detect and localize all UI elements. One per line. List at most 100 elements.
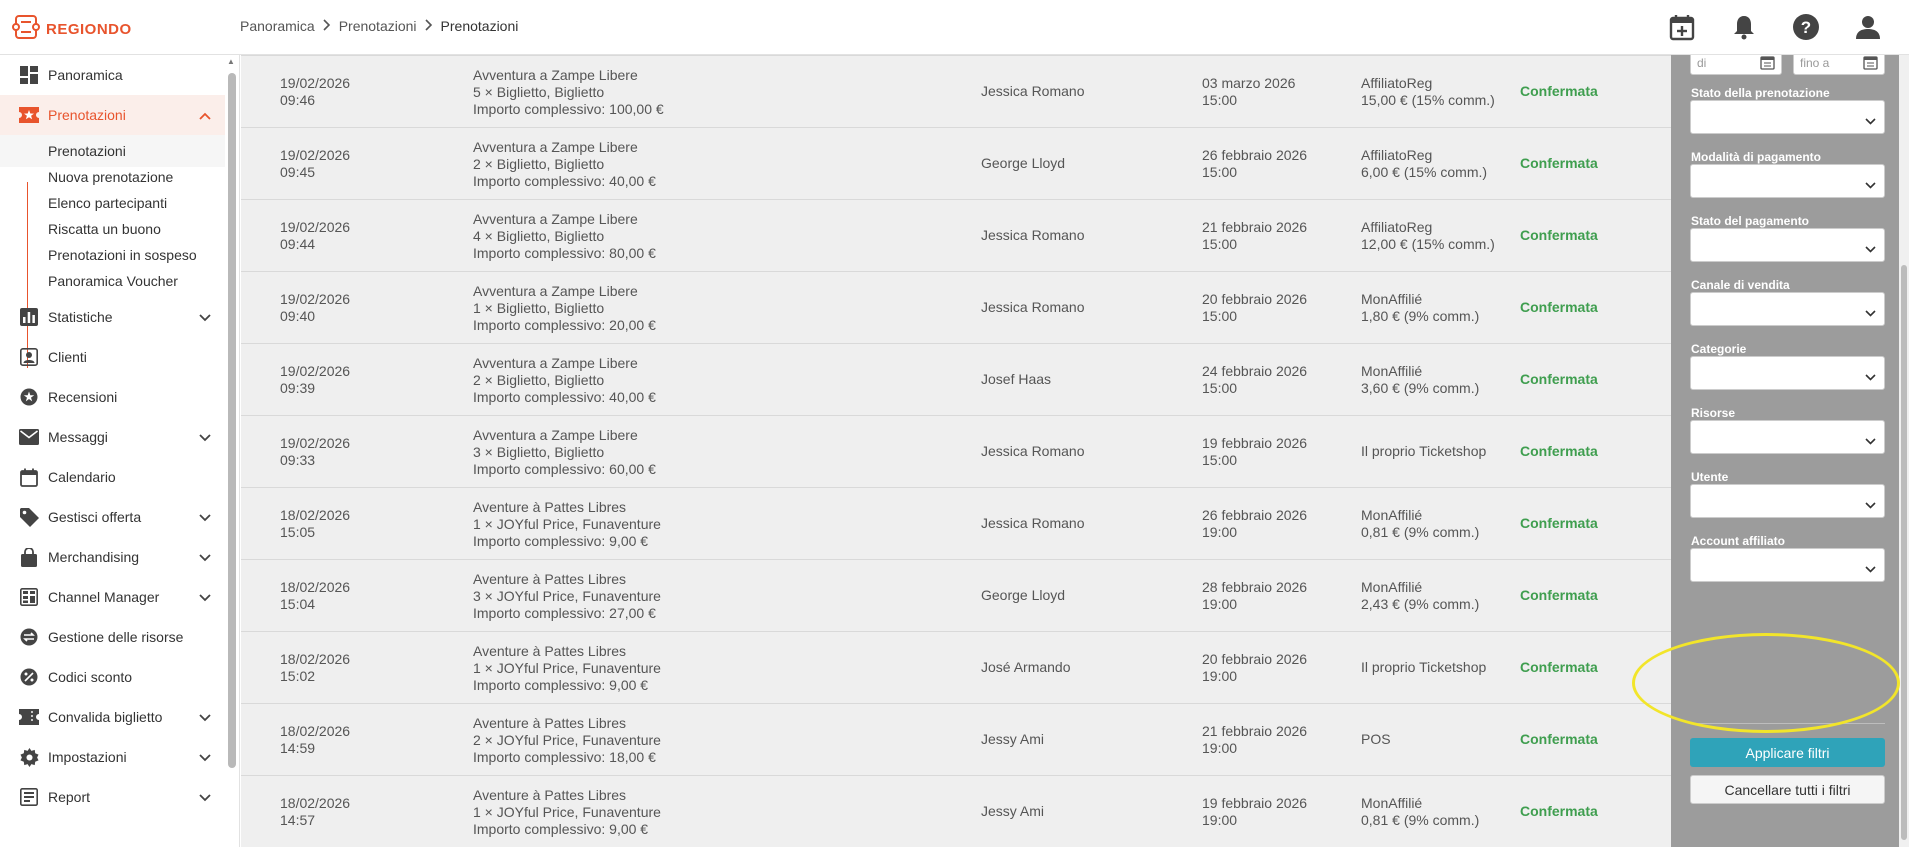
chevron-down-icon <box>1865 496 1876 514</box>
sidebar-item-codici-sconto[interactable]: Codici sconto <box>0 657 225 697</box>
sidebar-item-clienti[interactable]: Clienti <box>0 337 225 377</box>
calendar-add-icon[interactable] <box>1665 10 1699 44</box>
booking-customer[interactable]: Jessica Romano <box>981 227 1085 244</box>
filter-divider <box>1690 723 1885 724</box>
sidebar-item-prenotazioni[interactable]: Prenotazioni <box>0 95 225 135</box>
product-tickets: 5 × Biglietto, Biglietto <box>473 84 605 100</box>
status-badge: Confermata <box>1520 731 1598 747</box>
sidebar-item-impostazioni[interactable]: Impostazioni <box>0 737 225 777</box>
booking-product: Avventura a Zampe Libere 1 × Biglietto, B… <box>473 283 656 334</box>
sidebar-item-label: Codici sconto <box>48 669 133 685</box>
filter-select-account-affiliato[interactable] <box>1690 548 1885 582</box>
table-row[interactable]: 19/02/2026 09:40 Avventura a Zampe Libere 1… <box>241 272 1671 344</box>
apply-filters-button[interactable]: Applicare filtri <box>1690 738 1885 767</box>
sidebar-item-gestisci-offerta[interactable]: Gestisci offerta <box>0 497 225 537</box>
bell-icon[interactable] <box>1727 10 1761 44</box>
channel-commission: 1,80 € (9% comm.) <box>1361 308 1480 324</box>
sidebar-item-merchandising[interactable]: Merchandising <box>0 537 225 577</box>
booking-channel: POS <box>1361 731 1391 748</box>
filter-select-stato-del-pagamento[interactable] <box>1690 228 1885 262</box>
booking-customer[interactable]: George Lloyd <box>981 587 1065 604</box>
filter-select-utente[interactable] <box>1690 484 1885 518</box>
filter-label-risorse: Risorse <box>1691 406 1736 420</box>
event-time: 19:00 <box>1202 668 1238 684</box>
sidebar-item-label: Merchandising <box>48 549 140 565</box>
table-row[interactable]: 19/02/2026 09:46 Avventura a Zampe Libere 5… <box>241 56 1671 128</box>
channel-commission: 0,81 € (9% comm.) <box>1361 524 1480 540</box>
booking-customer[interactable]: Jessy Ami <box>981 803 1044 820</box>
booking-product: Aventure à Pattes Libres 2 × JOYful Price… <box>473 715 661 766</box>
sidebar-item-calendario[interactable]: Calendario <box>0 457 225 497</box>
help-icon[interactable]: ? <box>1789 10 1823 44</box>
booking-customer[interactable]: Josef Haas <box>981 371 1051 388</box>
booking-event-datetime: 26 febbraio 2026 15:00 <box>1202 147 1307 181</box>
booking-event-datetime: 21 febbraio 2026 15:00 <box>1202 219 1307 253</box>
table-row[interactable]: 18/02/2026 14:57 Aventure à Pattes Libres 1… <box>241 776 1671 847</box>
event-time: 15:00 <box>1202 308 1238 324</box>
report-icon <box>18 786 40 808</box>
booking-date: 19/02/2026 <box>280 291 351 307</box>
scroll-up-arrow-icon[interactable]: ▲ <box>227 57 235 66</box>
breadcrumb-item-panoramica[interactable]: Panoramica <box>240 18 315 34</box>
product-name: Avventura a Zampe Libere <box>473 211 638 227</box>
sidebar-item-statistiche[interactable]: Statistiche <box>0 297 225 337</box>
booking-customer[interactable]: Jessica Romano <box>981 515 1085 532</box>
booking-datetime: 19/02/2026 09:39 <box>280 363 350 397</box>
table-row[interactable]: 19/02/2026 09:44 Avventura a Zampe Libere 4… <box>241 200 1671 272</box>
booking-product: Aventure à Pattes Libres 1 × JOYful Price… <box>473 643 661 694</box>
booking-customer[interactable]: Jessy Ami <box>981 731 1044 748</box>
table-row[interactable]: 18/02/2026 14:59 Aventure à Pattes Libres 2… <box>241 704 1671 776</box>
ticket-icon <box>18 706 40 728</box>
sidebar-item-gestione-risorse[interactable]: Gestione delle risorse <box>0 617 225 657</box>
booking-time: 14:59 <box>280 740 316 756</box>
filters-scrollbar-thumb[interactable] <box>1901 265 1907 840</box>
sidebar-item-channel-manager[interactable]: Channel Manager <box>0 577 225 617</box>
chevron-down-icon <box>199 589 211 605</box>
percent-icon <box>18 666 40 688</box>
product-total: Importo complessivo: 9,00 € <box>473 677 649 693</box>
chevron-up-icon <box>199 107 211 123</box>
sidebar-item-label: Prenotazioni <box>48 107 126 123</box>
booking-customer[interactable]: José Armando <box>981 659 1071 676</box>
sidebar-item-messaggi[interactable]: Messaggi <box>0 417 225 457</box>
chevron-down-icon <box>199 309 211 325</box>
product-tickets: 2 × JOYful Price, Funaventure <box>473 732 661 748</box>
sidebar-item-recensioni[interactable]: Recensioni <box>0 377 225 417</box>
booking-customer[interactable]: Jessica Romano <box>981 83 1085 100</box>
table-row[interactable]: 18/02/2026 15:04 Aventure à Pattes Libres 3… <box>241 560 1671 632</box>
table-row[interactable]: 18/02/2026 15:05 Aventure à Pattes Libres 1… <box>241 488 1671 560</box>
filter-select-risorse[interactable] <box>1690 420 1885 454</box>
table-row[interactable]: 19/02/2026 09:45 Avventura a Zampe Libere 2… <box>241 128 1671 200</box>
filter-select-canale-di-vendita[interactable] <box>1690 292 1885 326</box>
booking-channel: MonAffilié 3,60 € (9% comm.) <box>1361 363 1479 397</box>
booking-customer[interactable]: George Lloyd <box>981 155 1065 172</box>
sidebar-item-report[interactable]: Report <box>0 777 225 817</box>
filter-select-stato-della-prenotazione[interactable] <box>1690 100 1885 134</box>
clear-filters-button[interactable]: Cancellare tutti i filtri <box>1690 775 1885 804</box>
event-date: 21 febbraio 2026 <box>1202 219 1308 235</box>
event-time: 19:00 <box>1202 812 1238 828</box>
booking-date: 19/02/2026 <box>280 219 351 235</box>
calendar-icon[interactable] <box>1863 55 1878 73</box>
booking-customer[interactable]: Jessica Romano <box>981 443 1085 460</box>
breadcrumb-item-prenotazioni[interactable]: Prenotazioni <box>339 18 417 34</box>
user-icon[interactable] <box>1851 10 1885 44</box>
booking-product: Avventura a Zampe Libere 2 × Biglietto, B… <box>473 355 656 406</box>
calendar-icon[interactable] <box>1760 55 1775 73</box>
logo[interactable]: REGIONDO <box>12 14 132 45</box>
filter-select-modalita-di-pagamento[interactable] <box>1690 164 1885 198</box>
sidebar-item-convalida-biglietto[interactable]: Convalida biglietto <box>0 697 225 737</box>
event-date: 28 febbraio 2026 <box>1202 579 1308 595</box>
filter-select-categorie[interactable] <box>1690 356 1885 390</box>
table-row[interactable]: 19/02/2026 09:33 Avventura a Zampe Libere 3… <box>241 416 1671 488</box>
product-total: Importo complessivo: 9,00 € <box>473 821 649 837</box>
booking-customer[interactable]: Jessica Romano <box>981 299 1085 316</box>
sidebar-scrollbar-thumb[interactable] <box>228 73 236 768</box>
table-row[interactable]: 19/02/2026 09:39 Avventura a Zampe Libere 2… <box>241 344 1671 416</box>
booking-product: Avventura a Zampe Libere 4 × Biglietto, B… <box>473 211 656 262</box>
product-name: Aventure à Pattes Libres <box>473 643 627 659</box>
sidebar-subitem-panoramica-voucher[interactable]: Panoramica Voucher <box>0 265 225 297</box>
table-row[interactable]: 18/02/2026 15:02 Aventure à Pattes Libres 1… <box>241 632 1671 704</box>
ticket-star-icon <box>18 104 40 126</box>
sidebar-item-panoramica[interactable]: Panoramica <box>0 55 225 95</box>
